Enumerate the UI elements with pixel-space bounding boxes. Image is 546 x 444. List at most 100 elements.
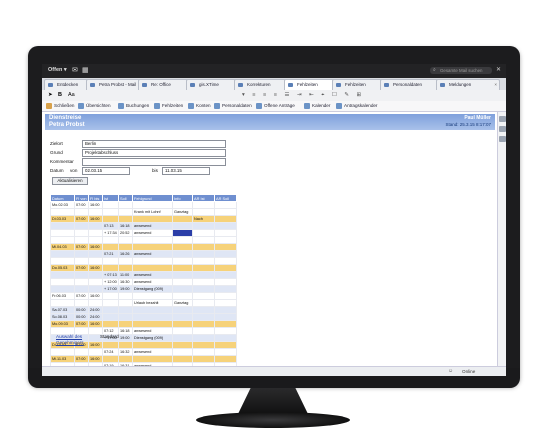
table-row[interactable] [50,257,237,265]
table-cell: 07:00 [74,215,89,223]
document-icon [256,103,262,109]
mail-icon[interactable]: ✉ [72,66,78,74]
page-title: Dienstreise [49,115,82,121]
nav-antragskalender[interactable]: Antragskalender [336,102,377,110]
table-cell [214,271,237,279]
chat-icon[interactable]: ☺ [448,368,453,374]
table-cell [214,348,237,356]
help-icon[interactable] [499,126,506,132]
nav-kalender[interactable]: Kalender [304,102,330,110]
table-cell [118,208,133,216]
column-header[interactable]: Ist [102,194,119,202]
close-icon[interactable]: ✕ [496,66,501,73]
table-cell [118,236,133,244]
table-cell [172,243,193,251]
table-cell [192,222,215,230]
column-header[interactable]: Fl von [74,194,89,202]
table-cell [192,208,215,216]
menu-button[interactable]: Offen ▾ [48,67,67,73]
format-icons-group[interactable]: ▾ ≡ ≡ ≡ ☰ ⇥ ⇤ ⌖ ☐ ✎ ⊞ [242,92,364,99]
table-row[interactable]: 07:13 16:18 anwesend [50,222,237,230]
nav-konten[interactable]: Konten [188,102,211,110]
table-row[interactable]: Mi.04.03 07:00 16:00 [50,243,237,251]
bold-icon[interactable]: B [58,92,62,98]
table-cell: 07:21 [102,250,119,258]
table-cell: Dienstgang (009) [132,285,173,293]
nav-personaldaten[interactable]: Personaldaten [214,102,252,110]
table-row[interactable]: 07:21 16:26 anwesend [50,250,237,258]
table-cell [50,257,75,265]
table-cell [118,306,133,314]
table-cell [172,278,193,286]
arrow-icon[interactable]: ➤ [48,92,53,98]
search-input[interactable]: Gesamte Mail suchen [430,67,492,74]
table-row[interactable]: Fr.06.03 07:00 16:00 [50,292,237,300]
page-header: Dienstreise Petra Probst Paul Müller Sta… [45,114,495,130]
approver-link[interactable]: Auswahl des Genehmigers [56,334,90,346]
table-row[interactable]: + 12:00 16:30 anwesend [50,278,237,286]
column-header[interactable]: Datum [50,194,75,202]
table-cell [132,201,173,209]
search-icon: ⌕ [433,67,436,73]
table-cell [102,320,119,328]
table-cell: anwesend [132,229,173,237]
table-cell: Nach [192,215,215,223]
bis-date-field[interactable]: 11.03.15 [162,167,210,175]
font-size-label[interactable]: Aa [68,92,75,98]
table-cell [132,292,173,300]
nav-offene-antraege[interactable]: Offene Anträge [256,102,295,110]
column-header[interactable]: AR Soll [214,194,237,202]
table-row[interactable]: Mo.09.03 07:00 16:00 [50,320,237,328]
table-row[interactable]: Mi.11.03 07:00 16:00 [50,355,237,363]
table-row[interactable]: Di.03.03 07:00 16:00 Nach [50,215,237,223]
column-header[interactable]: Info [172,194,193,202]
nav-fehlzeiten[interactable]: Fehlzeiten [154,102,183,110]
close-icon[interactable]: × [494,80,497,90]
print-icon[interactable] [499,116,506,122]
table-cell [74,271,89,279]
table-cell [74,278,89,286]
nav-label: Konten [196,103,211,108]
zielort-field[interactable]: Berlin [82,140,226,148]
table-row[interactable]: Mo.02.03 07:00 16:00 [50,201,237,209]
table-row[interactable]: Krank mit Lohnf Ganztag [50,208,237,216]
table-row[interactable]: Urlaub bezahlt Ganztag [50,299,237,307]
nav-schliessen[interactable]: Schließen [46,102,74,110]
table-cell [214,264,237,272]
table-row[interactable]: Do.05.03 07:00 16:00 [50,264,237,272]
kommentar-field[interactable] [82,158,226,166]
column-header[interactable]: Soll [118,194,133,202]
export-icon[interactable] [499,136,506,142]
table-cell [192,243,215,251]
table-row[interactable]: + 17:00 19:00 Dienstgang (009) [50,285,237,293]
refresh-button[interactable]: Aktualisieren [52,177,88,185]
table-row[interactable]: 07:24 16:32 anwesend [50,348,237,356]
table-row[interactable]: Sa.07.03 00:00 24:00 [50,306,237,314]
table-row[interactable]: So.08.03 00:00 24:00 [50,313,237,321]
table-row[interactable] [50,236,237,244]
online-status[interactable]: Online [462,369,475,374]
table-cell [214,250,237,258]
nav-buchungen[interactable]: Buchungen [118,102,149,110]
column-header[interactable]: Fehlgrund [132,194,173,202]
table-cell [214,292,237,300]
calendar-icon[interactable]: ▦ [82,66,89,74]
von-date-field[interactable]: 02.03.15 [82,167,130,175]
app-icon [440,83,445,87]
column-header[interactable]: Fl bis [88,194,103,202]
grund-field[interactable]: Projektabschluss [82,149,226,157]
table-row[interactable]: + 17:34 20:52 anwesend [50,229,237,237]
table-cell: + 12:00 [102,278,119,286]
tab-label: Fehlzeiten [345,82,366,87]
table-cell [102,264,119,272]
column-header[interactable]: AR Ist [192,194,215,202]
table-header-row: Datum Fl von Fl bis Ist Soll Fehlgrund Info AR … [50,194,237,202]
nav-uebersichten[interactable]: Übersichten [78,102,111,110]
tab-meldungen[interactable]: Meldungen × [436,79,500,90]
table-cell [214,236,237,244]
table-cell [88,271,103,279]
table-cell [102,299,119,307]
table-cell: anwesend [132,222,173,230]
table-cell: 07:00 [74,355,89,363]
table-row[interactable]: + 07:13 11:00 anwesend [50,271,237,279]
